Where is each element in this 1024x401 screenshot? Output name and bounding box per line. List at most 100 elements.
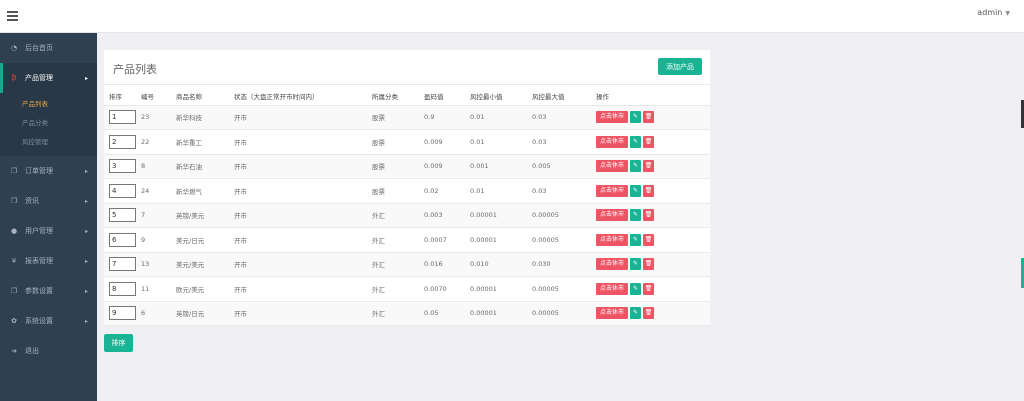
- table-row: 23 新华科技 开市 股票 0.9 0.01 0.03 点击休市✎🗑: [104, 105, 710, 130]
- sidebar-item-system[interactable]: ✿ 系统设置 ▸: [0, 306, 97, 336]
- column-header-actions: 操作: [591, 87, 710, 106]
- sort-cell: [104, 203, 136, 228]
- risk-max-cell: 0.005: [527, 154, 591, 179]
- close-market-button[interactable]: 点击休市: [596, 282, 629, 295]
- sort-order-input[interactable]: [109, 257, 136, 272]
- edit-icon[interactable]: ✎: [630, 233, 642, 246]
- id-cell: 6: [136, 301, 171, 326]
- sort-order-input[interactable]: [109, 232, 136, 247]
- sort-cell: [104, 276, 136, 302]
- table-row: 22 新华重工 开市 股票 0.009 0.01 0.03 点击休市✎🗑: [104, 129, 710, 155]
- trash-icon[interactable]: 🗑: [643, 160, 655, 173]
- sidebar-item-dashboard[interactable]: ◔ 后台首页: [0, 33, 97, 63]
- status-cell: 开市: [229, 227, 367, 253]
- chevron-right-icon: ▸: [84, 317, 88, 325]
- sidebar-item-reports[interactable]: ¥ 报表管理 ▸: [0, 246, 97, 276]
- risk-max-cell: 0.030: [527, 252, 591, 277]
- edit-icon[interactable]: ✎: [630, 111, 642, 124]
- sort-order-input[interactable]: [109, 134, 136, 149]
- page-title: 产品列表: [113, 63, 157, 76]
- risk-min-cell: 0.010: [465, 252, 527, 277]
- sidebar-item-news[interactable]: ❐ 资讯 ▸: [0, 186, 97, 216]
- actions-cell: 点击休市 ✎ 🗑: [591, 252, 710, 277]
- chevron-right-icon: ▸: [84, 257, 88, 265]
- trash-icon[interactable]: 🗑: [643, 233, 655, 246]
- table-row: 11 欧元/美元 开市 外汇 0.0070 0.00001 0.00005 点击…: [104, 276, 710, 302]
- admin-user-dropdown[interactable]: admin ▼: [977, 8, 1010, 17]
- sort-order-input[interactable]: [109, 110, 136, 125]
- table-row: 24 新华燃气 开市 股票 0.02 0.01 0.03 点击休市✎🗑: [104, 178, 710, 204]
- add-product-button[interactable]: 添加产品: [658, 58, 702, 75]
- status-cell: 开市: [229, 178, 367, 204]
- edit-icon[interactable]: ✎: [630, 184, 642, 197]
- close-market-button[interactable]: 点击休市: [596, 209, 629, 222]
- actions-cell: 点击休市 ✎ 🗑: [591, 203, 710, 228]
- name-cell: 美元/日元: [171, 227, 229, 253]
- sidebar-item-label: 后台首页: [25, 44, 53, 52]
- close-market-button[interactable]: 点击休市: [596, 233, 629, 246]
- edit-icon[interactable]: ✎: [630, 160, 642, 173]
- sort-order-input[interactable]: [109, 183, 136, 198]
- sidebar-item-users[interactable]: ● 用户管理 ▸: [0, 216, 97, 246]
- column-header-point: 盈码值: [419, 87, 465, 106]
- category-cell: 外汇: [367, 252, 419, 277]
- trash-icon[interactable]: 🗑: [643, 282, 655, 295]
- id-cell: 8: [136, 154, 171, 179]
- admin-username: admin: [977, 8, 1003, 17]
- sort-order-input[interactable]: [109, 281, 136, 296]
- risk-min-cell: 0.001: [465, 154, 527, 179]
- sidebar-item-label: 用户管理: [25, 227, 53, 235]
- submenu-product-category[interactable]: 产品分类: [0, 114, 97, 133]
- sidebar-item-params[interactable]: ❐ 参数设置 ▸: [0, 276, 97, 306]
- risk-max-cell: 0.03: [527, 105, 591, 130]
- edit-icon[interactable]: ✎: [630, 209, 642, 222]
- sidebar-item-label: 产品管理: [25, 74, 53, 82]
- edit-icon[interactable]: ✎: [630, 307, 642, 320]
- close-market-button[interactable]: 点击休市: [596, 135, 629, 148]
- edit-icon[interactable]: ✎: [630, 282, 642, 295]
- close-market-button[interactable]: 点击休市: [596, 258, 629, 271]
- name-cell: 新华科技: [171, 105, 229, 130]
- sort-button[interactable]: 排序: [104, 334, 133, 352]
- copy-icon: ❐: [10, 167, 18, 175]
- sort-order-input[interactable]: [109, 159, 136, 174]
- category-cell: 外汇: [367, 227, 419, 253]
- sidebar-item-products[interactable]: ₿ 产品管理 ▸: [0, 63, 97, 93]
- close-market-button[interactable]: 点击休市: [596, 160, 629, 173]
- sort-cell: [104, 154, 136, 179]
- category-cell: 外汇: [367, 276, 419, 302]
- trash-icon[interactable]: 🗑: [643, 135, 655, 148]
- point-cell: 0.9: [419, 105, 465, 130]
- status-cell: 开市: [229, 154, 367, 179]
- submenu-product-list[interactable]: 产品列表: [0, 95, 97, 114]
- sidebar-item-label: 订单管理: [25, 167, 53, 175]
- risk-max-cell: 0.03: [527, 178, 591, 204]
- close-market-button[interactable]: 点击休市: [596, 307, 629, 320]
- close-market-button[interactable]: 点击休市: [596, 111, 629, 124]
- close-market-button[interactable]: 点击休市: [596, 184, 629, 197]
- name-cell: 英镑/美元: [171, 203, 229, 228]
- point-cell: 0.016: [419, 252, 465, 277]
- point-cell: 0.0007: [419, 227, 465, 253]
- risk-min-cell: 0.00001: [465, 276, 527, 302]
- trash-icon[interactable]: 🗑: [643, 184, 655, 197]
- point-cell: 0.0070: [419, 276, 465, 302]
- actions-cell: 点击休市 ✎ 🗑: [591, 301, 710, 326]
- risk-min-cell: 0.00001: [465, 203, 527, 228]
- edit-icon[interactable]: ✎: [630, 258, 642, 271]
- edit-icon[interactable]: ✎: [630, 135, 642, 148]
- product-table: 排序 编号 商品名称 状态（大盘正常开市时间内） 所属分类 盈码值 风控最小值 …: [104, 87, 710, 326]
- user-icon: ●: [10, 227, 18, 235]
- sort-order-input[interactable]: [109, 306, 136, 321]
- sidebar-item-logout[interactable]: ➜ 退出: [0, 336, 97, 366]
- chevron-right-icon: ▸: [84, 74, 88, 82]
- sidebar-item-orders[interactable]: ❐ 订单管理 ▸: [0, 156, 97, 186]
- trash-icon[interactable]: 🗑: [643, 307, 655, 320]
- submenu-risk-control[interactable]: 风控管理: [0, 133, 97, 152]
- trash-icon[interactable]: 🗑: [643, 111, 655, 124]
- category-cell: 股票: [367, 178, 419, 204]
- sort-order-input[interactable]: [109, 208, 136, 223]
- trash-icon[interactable]: 🗑: [643, 258, 655, 271]
- trash-icon[interactable]: 🗑: [643, 209, 655, 222]
- menu-toggle-icon[interactable]: [7, 11, 18, 21]
